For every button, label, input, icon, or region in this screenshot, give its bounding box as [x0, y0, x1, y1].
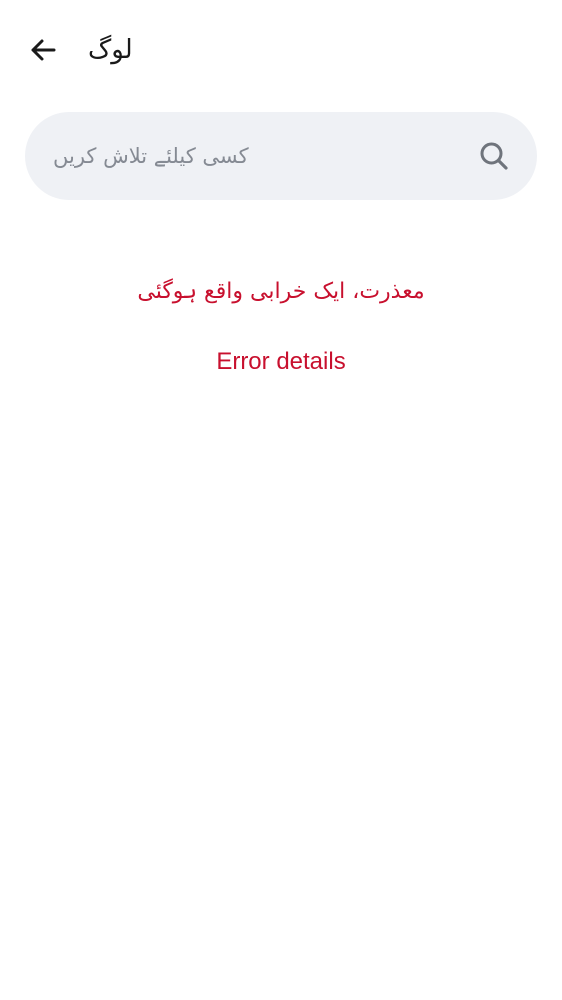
app-bar: لوگ [0, 0, 562, 100]
back-button[interactable] [20, 27, 66, 73]
page-title: لوگ [88, 35, 133, 65]
search-icon[interactable] [477, 139, 511, 173]
search-input[interactable] [47, 112, 473, 200]
error-message: معذرت، ایک خرابی واقع ہوگئی [137, 279, 425, 304]
error-details-link[interactable]: Error details [181, 342, 381, 382]
search-bar[interactable] [25, 112, 537, 200]
arrow-left-icon [29, 36, 57, 64]
log-screen: لوگ معذرت، ایک خرابی واقع ہوگئی Error de… [0, 0, 562, 1000]
